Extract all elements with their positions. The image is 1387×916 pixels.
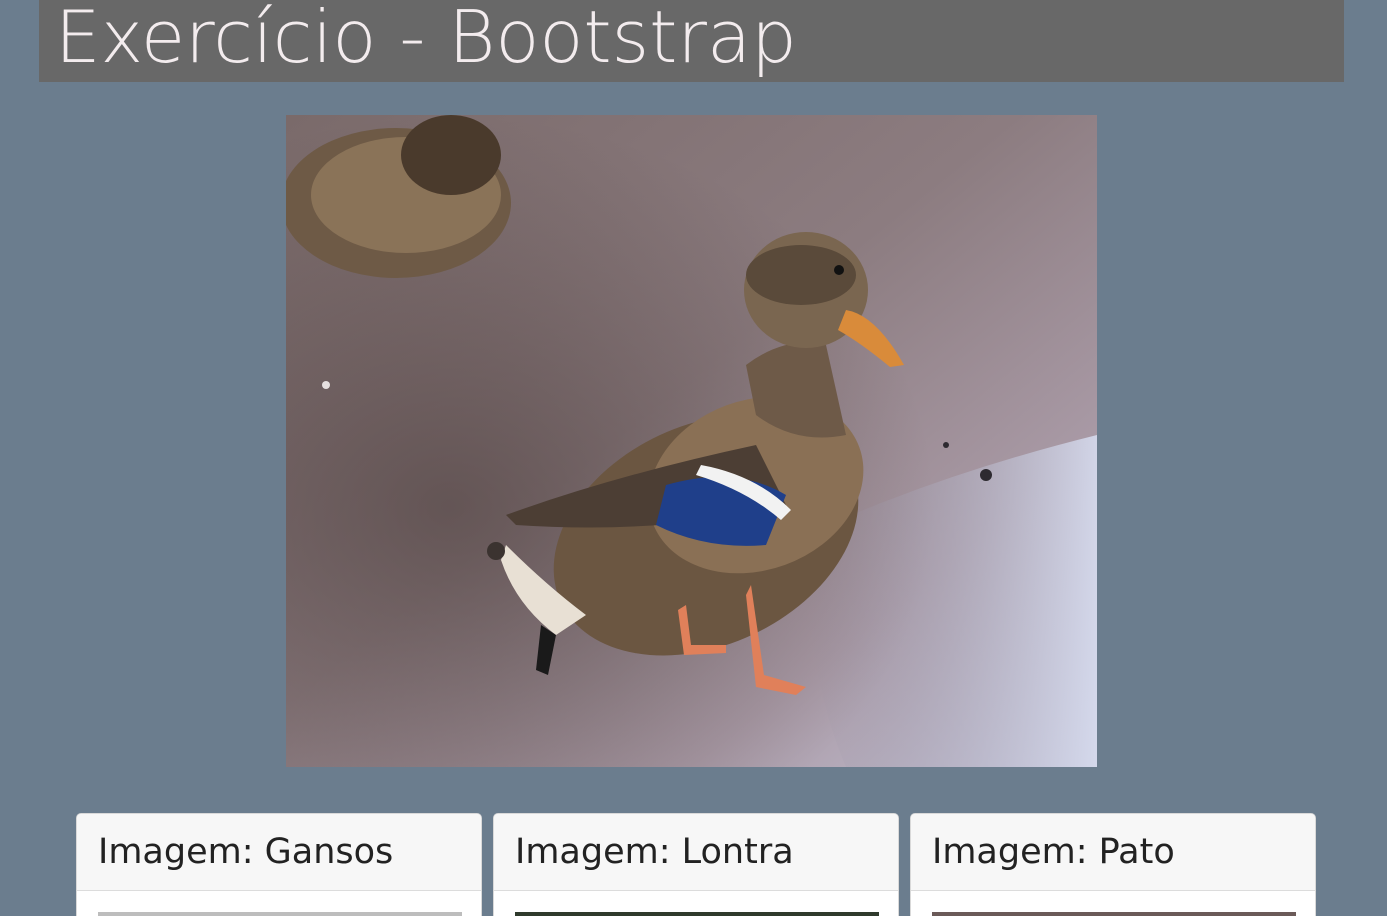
card-image <box>515 912 879 916</box>
page-header: Exercício - Bootstrap <box>39 0 1344 82</box>
card-header: Imagem: Lontra <box>494 814 898 891</box>
card-title: Imagem: Gansos <box>98 832 394 872</box>
card-pato[interactable]: Imagem: Pato <box>910 813 1316 916</box>
card-gansos[interactable]: Imagem: Gansos <box>76 813 482 916</box>
card-header: Imagem: Gansos <box>77 814 481 891</box>
card-image <box>932 912 1296 916</box>
card-header: Imagem: Pato <box>911 814 1315 891</box>
card-image <box>98 912 462 916</box>
card-lontra[interactable]: Imagem: Lontra <box>493 813 899 916</box>
page: Exercício - Bootstrap Imagem: Gansos Ima… <box>0 0 1387 916</box>
duck-photo-icon <box>286 115 1097 767</box>
hero-image <box>286 115 1097 767</box>
card-title: Imagem: Pato <box>932 832 1175 872</box>
card-title: Imagem: Lontra <box>515 832 794 872</box>
page-title: Exercício - Bootstrap <box>55 0 797 79</box>
